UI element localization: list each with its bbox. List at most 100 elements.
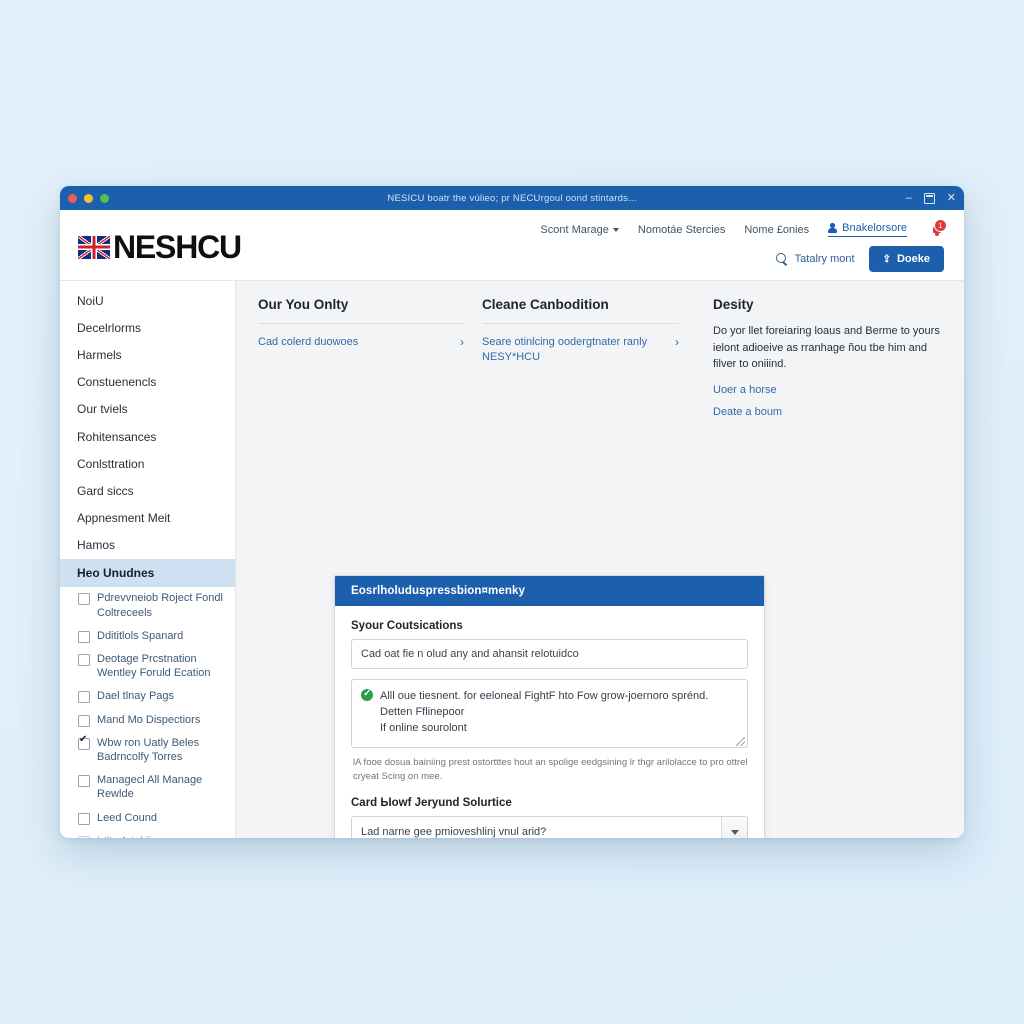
- brand-name: NESHCU: [113, 229, 242, 265]
- status-line: Alll oue tiesnent. for eeloneal FightF h…: [380, 690, 709, 702]
- brand-logo[interactable]: NESHCU: [78, 214, 242, 280]
- checkbox-icon[interactable]: [78, 714, 90, 727]
- aside-link-deate-a-boum[interactable]: Deate a boum: [713, 406, 944, 418]
- sidebar-item-constuenencls[interactable]: Constuenencls: [60, 369, 235, 396]
- form-panel-body: Syour Coutsications Alll oue tiesnent. f…: [335, 606, 764, 838]
- header-right-group: Scont Marage Nomotáe Stercies Nome £onie…: [540, 214, 947, 280]
- notifications-button[interactable]: 1: [930, 218, 947, 237]
- close-icon[interactable]: ✕: [947, 192, 956, 204]
- window-controls[interactable]: – ✕: [906, 192, 956, 204]
- header-actions: Tatalry mont ⇪ Doeke: [775, 246, 944, 272]
- content-column-our-you-onlty: Our You Onlty Cad colerd duowoes ›: [258, 297, 482, 428]
- site-header: NESHCU Scont Marage Nomotáe Stercies Nom…: [60, 210, 964, 281]
- minimize-icon[interactable]: –: [906, 192, 912, 204]
- aside-title: Desity: [713, 297, 754, 312]
- column-link-row[interactable]: Cad colerd duowoes ›: [258, 335, 464, 350]
- check-circle-icon: [361, 688, 373, 701]
- sidebar-item-rohitensances[interactable]: Rohitensances: [60, 423, 235, 450]
- checklist-item[interactable]: Ddititlols Spanard: [60, 624, 235, 647]
- column-link-row[interactable]: Seare otinlcing oodergtnater ranly NESY*…: [482, 335, 679, 365]
- sidebar-item-decelrlorms[interactable]: Decelrlorms: [60, 314, 235, 341]
- checklist-item[interactable]: Mand Mo Dispectiors: [60, 708, 235, 731]
- checklist-item[interactable]: Wbw ron Uatly Beles Badrncolfy Torres: [60, 731, 235, 768]
- uk-eu-flag-icon: [78, 235, 110, 259]
- column-link-label: Seare otinlcing oodergtnater ranly NESY*…: [482, 336, 648, 363]
- content-column-cleane-canbodition: Cleane Canbodition Seare otinlcing ooder…: [482, 297, 697, 428]
- search-action-label: Tatalry mont: [794, 253, 855, 265]
- status-line: If online sourolont: [380, 721, 467, 734]
- window-title: NESICU boatr the vúlieo; pr NECUrgoul oo…: [387, 192, 637, 204]
- nav-item-scont-marage[interactable]: Scont Marage: [540, 224, 619, 236]
- sidebar-item-our-tviels[interactable]: Our tviels: [60, 396, 235, 423]
- maximize-icon[interactable]: [923, 192, 935, 204]
- person-icon: [828, 223, 838, 233]
- checkbox-icon[interactable]: [78, 812, 90, 825]
- checkbox-icon[interactable]: [78, 775, 90, 788]
- checkbox-icon[interactable]: [78, 835, 90, 838]
- aside-link-uoer-a-horse[interactable]: Uoer a horse: [713, 384, 944, 396]
- solurtice-select[interactable]: Lad narne gee pmioveshlinj vnul arid?: [351, 816, 748, 838]
- traffic-light-buttons[interactable]: [68, 193, 109, 203]
- field-label-syour-coutsications: Syour Coutsications: [351, 620, 463, 632]
- zoom-window-button[interactable]: [100, 193, 109, 203]
- checklist-item[interactable]: Pdrevvneiob Roject Fondl Coltreceels: [60, 587, 235, 624]
- close-window-button[interactable]: [68, 193, 77, 203]
- sidebar: NoiU Decelrlorms Harmels Constuenencls O…: [60, 281, 236, 838]
- dropdown-arrow-icon[interactable]: [721, 817, 747, 838]
- sidebar-item-appnesment-meit[interactable]: Appnesment Meit: [60, 505, 235, 532]
- column-link-label: Cad colerd duowoes: [258, 336, 359, 348]
- checklist-item[interactable]: Deotage Prcstnation Wentley Foruld Ecati…: [60, 647, 235, 684]
- checklist-item-label: Ddititlols Spanard: [97, 629, 184, 642]
- resize-grip-icon[interactable]: [736, 736, 745, 746]
- checklist-item[interactable]: Dael tlnay Pags: [60, 685, 235, 708]
- checkbox-icon[interactable]: [78, 593, 90, 606]
- checklist-item-label: Managecl All Manage Rewlde: [97, 774, 203, 801]
- checkbox-icon[interactable]: [78, 630, 90, 643]
- sidebar-item-gard-siccs[interactable]: Gard siccs: [60, 477, 235, 504]
- checklist-item-label: Deotage Prcstnation Wentley Foruld Ecati…: [97, 653, 211, 680]
- content-columns: Our You Onlty Cad colerd duowoes › Clean…: [258, 297, 944, 428]
- aside-body-text: Do yor llet foreiaring loaus and Berme t…: [713, 325, 940, 370]
- select-value: Lad narne gee pmioveshlinj vnul arid?: [351, 816, 748, 838]
- search-icon: [775, 252, 789, 266]
- notification-badge: 1: [934, 218, 947, 232]
- account-link[interactable]: Bnakelorsore: [828, 222, 907, 237]
- nav-item-label: Nome £onies: [744, 223, 810, 236]
- checklist-item[interactable]: Leed Cound: [60, 806, 235, 829]
- column-title: Cleane Canbodition: [482, 297, 609, 312]
- sidebar-item-heo-unudnes[interactable]: Heo Unudnes: [60, 558, 235, 587]
- checkbox-icon[interactable]: [78, 691, 90, 704]
- chevron-right-icon: ›: [460, 335, 464, 349]
- download-button[interactable]: ⇪ Doeke: [868, 246, 944, 272]
- sidebar-item-harmels[interactable]: Harmels: [60, 341, 235, 368]
- content-column-desity: Desity Do yor llet foreiaring loaus and …: [697, 297, 944, 428]
- status-textarea[interactable]: Alll oue tiesnent. for eeloneal FightF h…: [351, 679, 748, 748]
- sidebar-item-noiu[interactable]: NoiU: [60, 287, 235, 314]
- nav-item-nome-sonies[interactable]: Nome £onies: [744, 224, 809, 236]
- search-action[interactable]: Tatalry mont: [775, 252, 855, 266]
- checklist-item-label: Pdrevvneiob Roject Fondl Coltreceels: [97, 592, 223, 619]
- checkbox-icon[interactable]: [78, 654, 90, 667]
- checklist-item[interactable]: Irtlts Artaldie: [60, 829, 235, 838]
- minimize-window-button[interactable]: [84, 193, 93, 203]
- download-button-label: Doeke: [896, 253, 930, 265]
- field-label-card-blowf-jeryund-solurtice: Card Ыowf Jeryund Solurtice: [351, 797, 512, 810]
- checklist-item-label: Dael tlnay Pags: [97, 690, 175, 703]
- sidebar-item-conlsttration[interactable]: Conlsttration: [60, 450, 235, 477]
- checkbox-icon[interactable]: [78, 735, 90, 750]
- nav-item-label: Nomotáe Stercies: [637, 223, 726, 236]
- helper-text: lA fooe dosua bainiing prest ostortttes …: [353, 756, 748, 782]
- sidebar-item-hamos[interactable]: Hamos: [60, 532, 235, 559]
- window-titlebar[interactable]: NESICU boatr the vúlieo; pr NECUrgoul oo…: [60, 186, 964, 210]
- checklist-item-label: Wbw ron Uatly Beles Badrncolfy Torres: [97, 736, 200, 764]
- coutsications-input[interactable]: [351, 639, 748, 669]
- account-label: Bnakelorsore: [842, 222, 907, 234]
- nav-item-nomotae-stercies[interactable]: Nomotáe Stercies: [638, 224, 725, 236]
- form-panel: Eosrlholuduspressbion¤menky Syour Coutsi…: [334, 575, 765, 838]
- download-icon: ⇪: [882, 253, 891, 265]
- divider: [258, 323, 464, 324]
- checklist-item[interactable]: Managecl All Manage Rewlde: [60, 769, 235, 806]
- chevron-right-icon: ›: [675, 335, 679, 349]
- divider: [482, 323, 679, 324]
- checklist-item-label: Irtlts Artaldie: [97, 834, 158, 838]
